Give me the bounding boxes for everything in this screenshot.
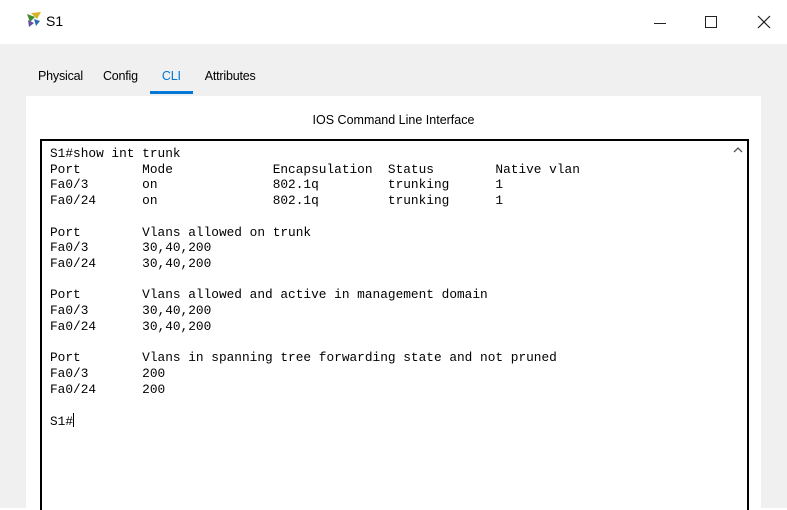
active-tab-indicator (149, 91, 193, 94)
terminal-lines: S1#show int trunk Port Mode Encapsulatio… (50, 146, 580, 397)
terminal-line: Fa0/3 30,40,200 (50, 303, 212, 319)
maximize-button[interactable] (688, 0, 734, 44)
cli-panel: IOS Command Line Interface S1#show int t… (26, 96, 761, 510)
tab-config[interactable]: Config (93, 64, 148, 92)
terminal-line: Port Vlans allowed on trunk (50, 224, 312, 240)
tab-label: Attributes (204, 69, 256, 83)
text-cursor (73, 412, 75, 427)
tab-label: Physical (38, 69, 83, 83)
tab-cli[interactable]: CLI (148, 64, 195, 94)
window-content: Physical Config CLI Attributes IOS Comma… (0, 44, 787, 510)
terminal-prompt: S1# (50, 413, 74, 429)
terminal-line: Fa0/24 on 802.1q trunking 1 (50, 193, 504, 209)
scroll-up-arrow-icon[interactable] (733, 146, 743, 154)
terminal-line: Fa0/24 30,40,200 (50, 255, 212, 271)
packet-tracer-icon (27, 12, 41, 27)
title-bar: S1 (0, 0, 787, 44)
terminal-output: S1#show int trunk Port Mode Encapsulatio… (50, 146, 580, 430)
minimize-button[interactable] (637, 0, 683, 44)
terminal-line: Port Vlans allowed and active in managem… (50, 287, 488, 303)
panel-title: IOS Command Line Interface (312, 113, 475, 127)
tab-bar: Physical Config CLI Attributes (28, 64, 266, 94)
terminal-line: S1#show int trunk (50, 146, 181, 161)
tab-attributes[interactable]: Attributes (195, 64, 266, 92)
terminal-line: Fa0/3 200 (50, 365, 166, 381)
tab-label: Config (102, 69, 138, 83)
terminal-line: Fa0/3 30,40,200 (50, 240, 212, 256)
tab-label: CLI (161, 69, 181, 83)
window-title: S1 (46, 13, 64, 29)
terminal-line: Fa0/3 on 802.1q trunking 1 (50, 177, 504, 193)
minimize-icon (654, 22, 666, 24)
close-icon (757, 15, 771, 29)
terminal-line: Fa0/24 30,40,200 (50, 318, 212, 334)
cli-terminal[interactable]: S1#show int trunk Port Mode Encapsulatio… (40, 139, 749, 510)
terminal-line: Port Mode Encapsulation Status Native vl… (50, 161, 580, 177)
close-button[interactable] (741, 0, 787, 44)
tab-physical[interactable]: Physical (28, 64, 93, 92)
maximize-icon (705, 16, 717, 28)
terminal-line: Port Vlans in spanning tree forwarding s… (50, 350, 557, 366)
terminal-line: Fa0/24 200 (50, 381, 166, 397)
